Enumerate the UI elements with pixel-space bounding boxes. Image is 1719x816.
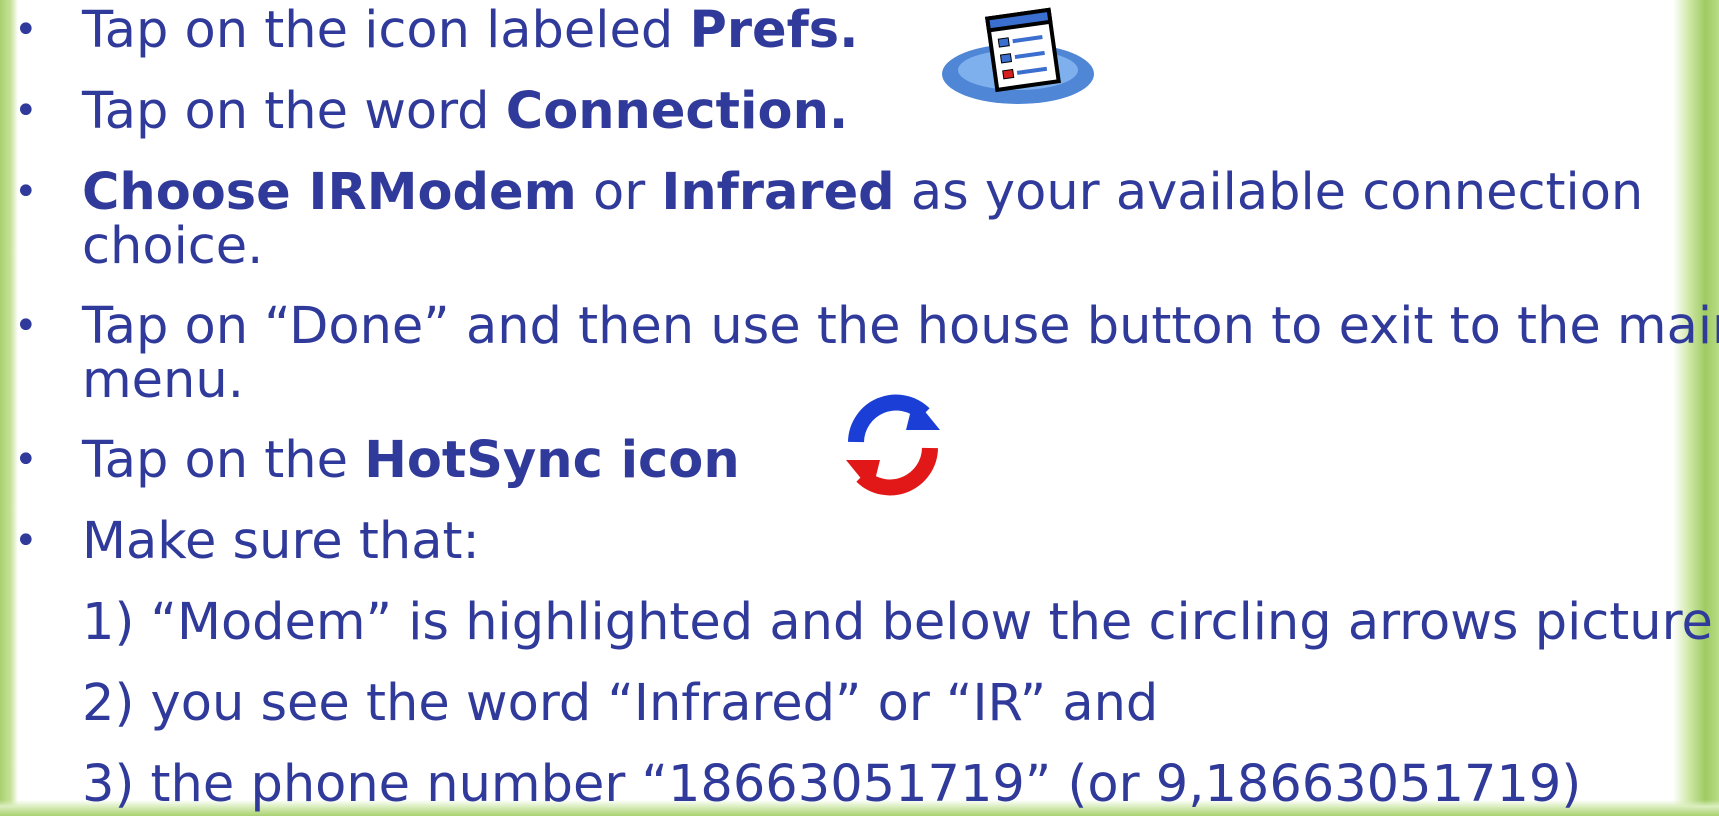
numbered-item: 2) you see the word “Infrared” or “IR” a… (82, 674, 1159, 733)
bullet-marker: • (14, 303, 38, 349)
bullet-text: Choose IRModem or Infrared as your avail… (82, 166, 1643, 219)
numbered-item: 1) “Modem” is highlighted and below the … (82, 593, 1713, 652)
bullet-marker: • (14, 169, 38, 215)
bullet-bold-text: Infrared (661, 163, 895, 222)
bullet-text: Tap on “Done” and then use the house but… (82, 297, 1719, 356)
bullet-marker: • (14, 7, 38, 53)
bullet-marker: • (14, 437, 38, 483)
bullet-continuation: menu. (82, 351, 244, 410)
bullet-bold-text: Prefs. (689, 1, 859, 60)
bullet-plain-text: Tap on the (82, 431, 365, 490)
bullet-bold-text: Connection. (505, 82, 849, 141)
bullet-bold-text: Choose IRModem (82, 163, 577, 222)
bullet-plain-text: or (576, 163, 662, 222)
numbered-item: 3) the phone number “18663051719” (or 9,… (82, 755, 1582, 814)
bullet-marker: • (14, 88, 38, 134)
hotsync-icon (836, 384, 950, 504)
bullet-text: Tap on the HotSync icon (82, 434, 740, 487)
right-decoration (1673, 0, 1719, 816)
prefs-icon (940, 2, 1096, 106)
bullet-plain-text: Tap on the icon labeled (82, 1, 690, 60)
bullet-continuation: choice. (82, 217, 264, 276)
bullet-plain-text: Tap on the word (82, 82, 506, 141)
bullet-marker: • (14, 518, 38, 564)
bullet-bold-text: HotSync icon (364, 431, 740, 490)
bullet-plain-text: as your available connection (894, 163, 1644, 222)
bullet-text: Tap on the icon labeled Prefs. (82, 4, 859, 57)
bullet-text: Tap on the word Connection. (82, 85, 848, 138)
slide: • Tap on the icon labeled Prefs. • Tap o… (0, 0, 1719, 816)
bullet-text: Make sure that: (82, 512, 480, 571)
